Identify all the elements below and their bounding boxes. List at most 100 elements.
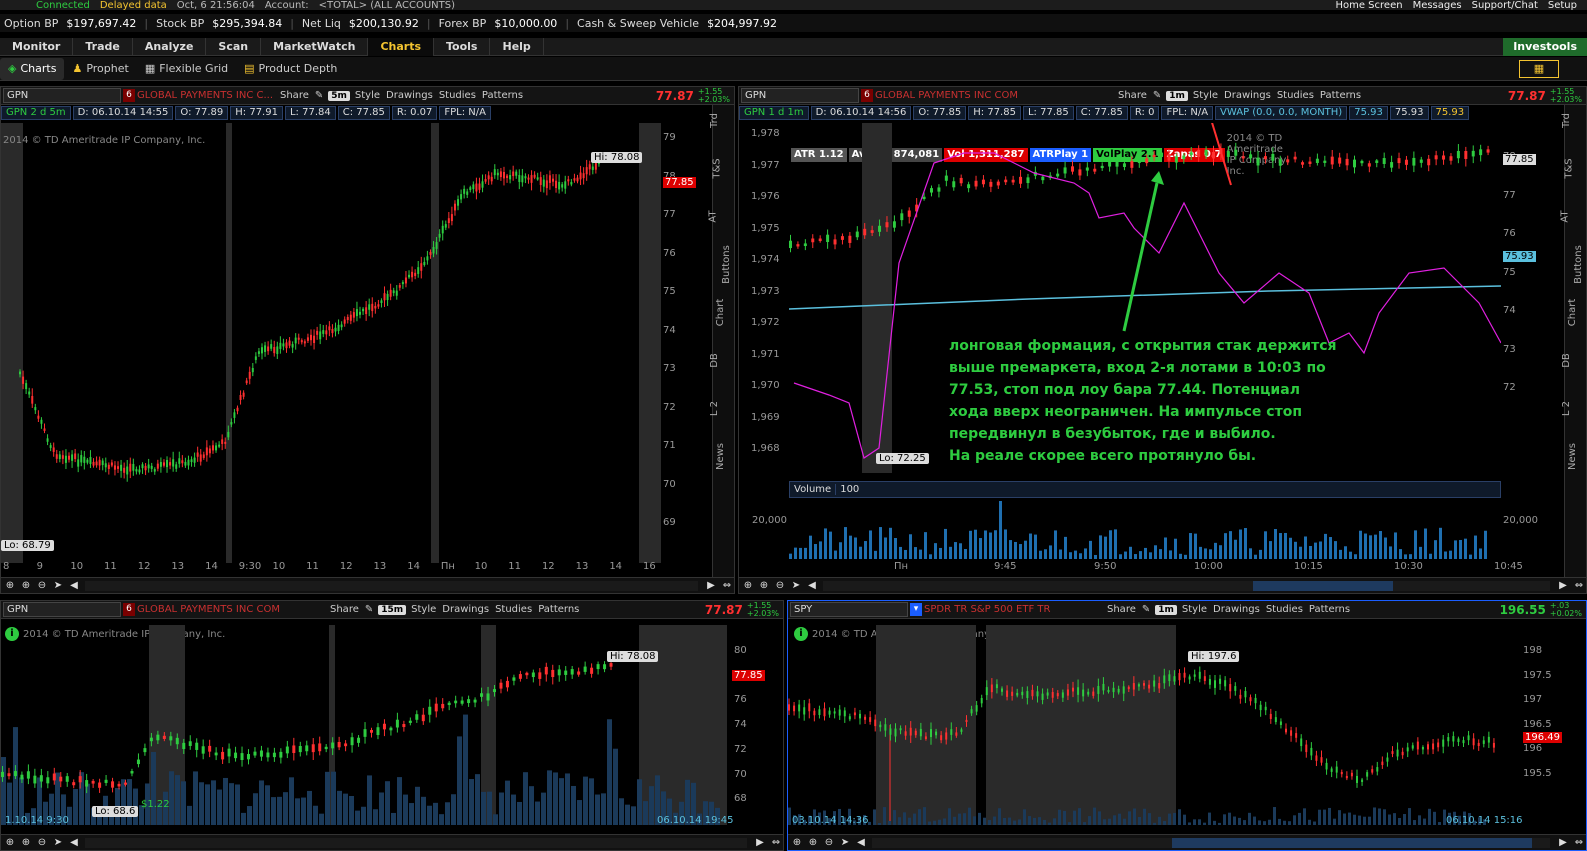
- home-screen-button[interactable]: Home Screen: [1335, 0, 1402, 10]
- style-button[interactable]: Style: [408, 604, 439, 615]
- side-tab-news[interactable]: News: [715, 443, 726, 470]
- tab-trade[interactable]: Trade: [73, 37, 133, 56]
- zoom-out-icon[interactable]: ⊖: [35, 579, 49, 593]
- side-tab-l2[interactable]: L 2: [1561, 401, 1572, 416]
- add-icon[interactable]: ⊕: [741, 579, 755, 593]
- tab-charts[interactable]: Charts: [368, 37, 434, 56]
- zoom-out-icon[interactable]: ⊖: [773, 579, 787, 593]
- price-plot[interactable]: [788, 625, 1518, 825]
- side-tab-l2[interactable]: L 2: [709, 401, 720, 416]
- side-tab-ts[interactable]: T&S: [712, 158, 723, 178]
- horizontal-scrollbar[interactable]: [85, 580, 698, 591]
- horizontal-scrollbar[interactable]: [823, 580, 1550, 591]
- subtab-product-depth[interactable]: ▤ Product Depth: [236, 58, 345, 80]
- share-button[interactable]: Share: [327, 604, 362, 615]
- link-group-icon[interactable]: 6: [861, 89, 873, 102]
- wrench-icon[interactable]: ✎: [312, 90, 326, 101]
- subtab-prophet[interactable]: ♟ Prophet: [64, 58, 136, 80]
- zoom-in-icon[interactable]: ⊕: [806, 836, 820, 850]
- subtab-flexible-grid[interactable]: ▦ Flexible Grid: [137, 58, 236, 80]
- timeframe-button[interactable]: 5m: [328, 90, 350, 101]
- scroll-left-icon[interactable]: ◀: [805, 579, 819, 593]
- share-button[interactable]: Share: [1115, 90, 1150, 101]
- cursor-icon[interactable]: ➤: [51, 836, 65, 850]
- timeframe-button[interactable]: 1m: [1166, 90, 1188, 101]
- wrench-icon[interactable]: ✎: [362, 604, 376, 615]
- layout-grid-button[interactable]: ▦: [1519, 59, 1559, 78]
- tab-scan[interactable]: Scan: [206, 37, 262, 56]
- messages-button[interactable]: Messages: [1413, 0, 1462, 10]
- style-button[interactable]: Style: [352, 90, 383, 101]
- zoom-in-icon[interactable]: ⊕: [19, 836, 33, 850]
- drawings-button[interactable]: Drawings: [1210, 604, 1263, 615]
- scroll-left-icon[interactable]: ◀: [67, 836, 81, 850]
- horizontal-scrollbar[interactable]: [872, 837, 1550, 848]
- side-tab-at[interactable]: AT: [1560, 210, 1571, 222]
- tab-help[interactable]: Help: [490, 37, 544, 56]
- drawings-button[interactable]: Drawings: [383, 90, 436, 101]
- price-plot[interactable]: [1, 123, 661, 563]
- cursor-icon[interactable]: ➤: [51, 579, 65, 593]
- side-tab-news[interactable]: News: [1567, 443, 1578, 470]
- share-button[interactable]: Share: [1104, 604, 1139, 615]
- scroll-left-icon[interactable]: ◀: [854, 836, 868, 850]
- scroll-right-icon[interactable]: ▶: [1556, 836, 1570, 850]
- vwap-study[interactable]: VWAP (0.0, 0.0, MONTH): [1215, 106, 1348, 120]
- cursor-icon[interactable]: ➤: [838, 836, 852, 850]
- cursor-icon[interactable]: ➤: [789, 579, 803, 593]
- scroll-right-icon[interactable]: ▶: [704, 579, 718, 593]
- style-button[interactable]: Style: [1179, 604, 1210, 615]
- tab-marketwatch[interactable]: MarketWatch: [261, 37, 369, 56]
- drawings-button[interactable]: Drawings: [439, 604, 492, 615]
- horizontal-scrollbar[interactable]: [85, 837, 747, 848]
- zoom-in-icon[interactable]: ⊕: [19, 579, 33, 593]
- side-tab-db[interactable]: DB: [1561, 353, 1572, 368]
- side-tab-trd[interactable]: Trd: [1561, 113, 1572, 128]
- studies-button[interactable]: Studies: [1263, 604, 1306, 615]
- studies-button[interactable]: Studies: [1274, 90, 1317, 101]
- zoom-out-icon[interactable]: ⊖: [822, 836, 836, 850]
- studies-button[interactable]: Studies: [492, 604, 535, 615]
- expand-icon[interactable]: ⇔: [769, 836, 783, 850]
- patterns-button[interactable]: Patterns: [1317, 90, 1364, 101]
- scroll-right-icon[interactable]: ▶: [753, 836, 767, 850]
- side-tab-ts[interactable]: T&S: [1564, 158, 1575, 178]
- wrench-icon[interactable]: ✎: [1150, 90, 1164, 101]
- scroll-left-icon[interactable]: ◀: [67, 579, 81, 593]
- add-icon[interactable]: ⊕: [790, 836, 804, 850]
- side-tab-trd[interactable]: Trd: [709, 113, 720, 128]
- zoom-out-icon[interactable]: ⊖: [35, 836, 49, 850]
- symbol-input[interactable]: GPN: [3, 88, 121, 103]
- link-group-icon[interactable]: 6: [123, 603, 135, 616]
- tab-tools[interactable]: Tools: [434, 37, 491, 56]
- side-tab-at[interactable]: AT: [708, 210, 719, 222]
- patterns-button[interactable]: Patterns: [1306, 604, 1353, 615]
- symbol-input[interactable]: SPY: [790, 602, 908, 617]
- setup-button[interactable]: Setup: [1548, 0, 1577, 10]
- symbol-input[interactable]: GPN: [3, 602, 121, 617]
- side-tab-db[interactable]: DB: [709, 353, 720, 368]
- support-chat-button[interactable]: Support/Chat: [1472, 0, 1538, 10]
- link-group-icon[interactable]: ▾: [910, 603, 922, 616]
- account-selector[interactable]: <TOTAL> (ALL ACCOUNTS): [319, 0, 455, 10]
- investools-link[interactable]: Investools: [1503, 37, 1587, 56]
- zoom-in-icon[interactable]: ⊕: [757, 579, 771, 593]
- side-tab-chart[interactable]: Chart: [1567, 299, 1578, 326]
- studies-button[interactable]: Studies: [436, 90, 479, 101]
- symbol-input[interactable]: GPN: [741, 88, 859, 103]
- scroll-right-icon[interactable]: ▶: [1556, 579, 1570, 593]
- expand-icon[interactable]: ⇔: [720, 579, 734, 593]
- tab-analyze[interactable]: Analyze: [133, 37, 207, 56]
- add-icon[interactable]: ⊕: [3, 579, 17, 593]
- add-icon[interactable]: ⊕: [3, 836, 17, 850]
- tab-monitor[interactable]: Monitor: [0, 37, 74, 56]
- style-button[interactable]: Style: [1190, 90, 1221, 101]
- timeframe-button[interactable]: 1m: [1155, 604, 1177, 615]
- timeframe-button[interactable]: 15m: [378, 604, 407, 615]
- patterns-button[interactable]: Patterns: [479, 90, 526, 101]
- scrollbar-thumb[interactable]: [1172, 837, 1532, 848]
- volume-plot[interactable]: [789, 499, 1501, 559]
- expand-icon[interactable]: ⇔: [1572, 579, 1586, 593]
- link-group-icon[interactable]: 6: [123, 89, 135, 102]
- side-tab-buttons[interactable]: Buttons: [721, 245, 732, 284]
